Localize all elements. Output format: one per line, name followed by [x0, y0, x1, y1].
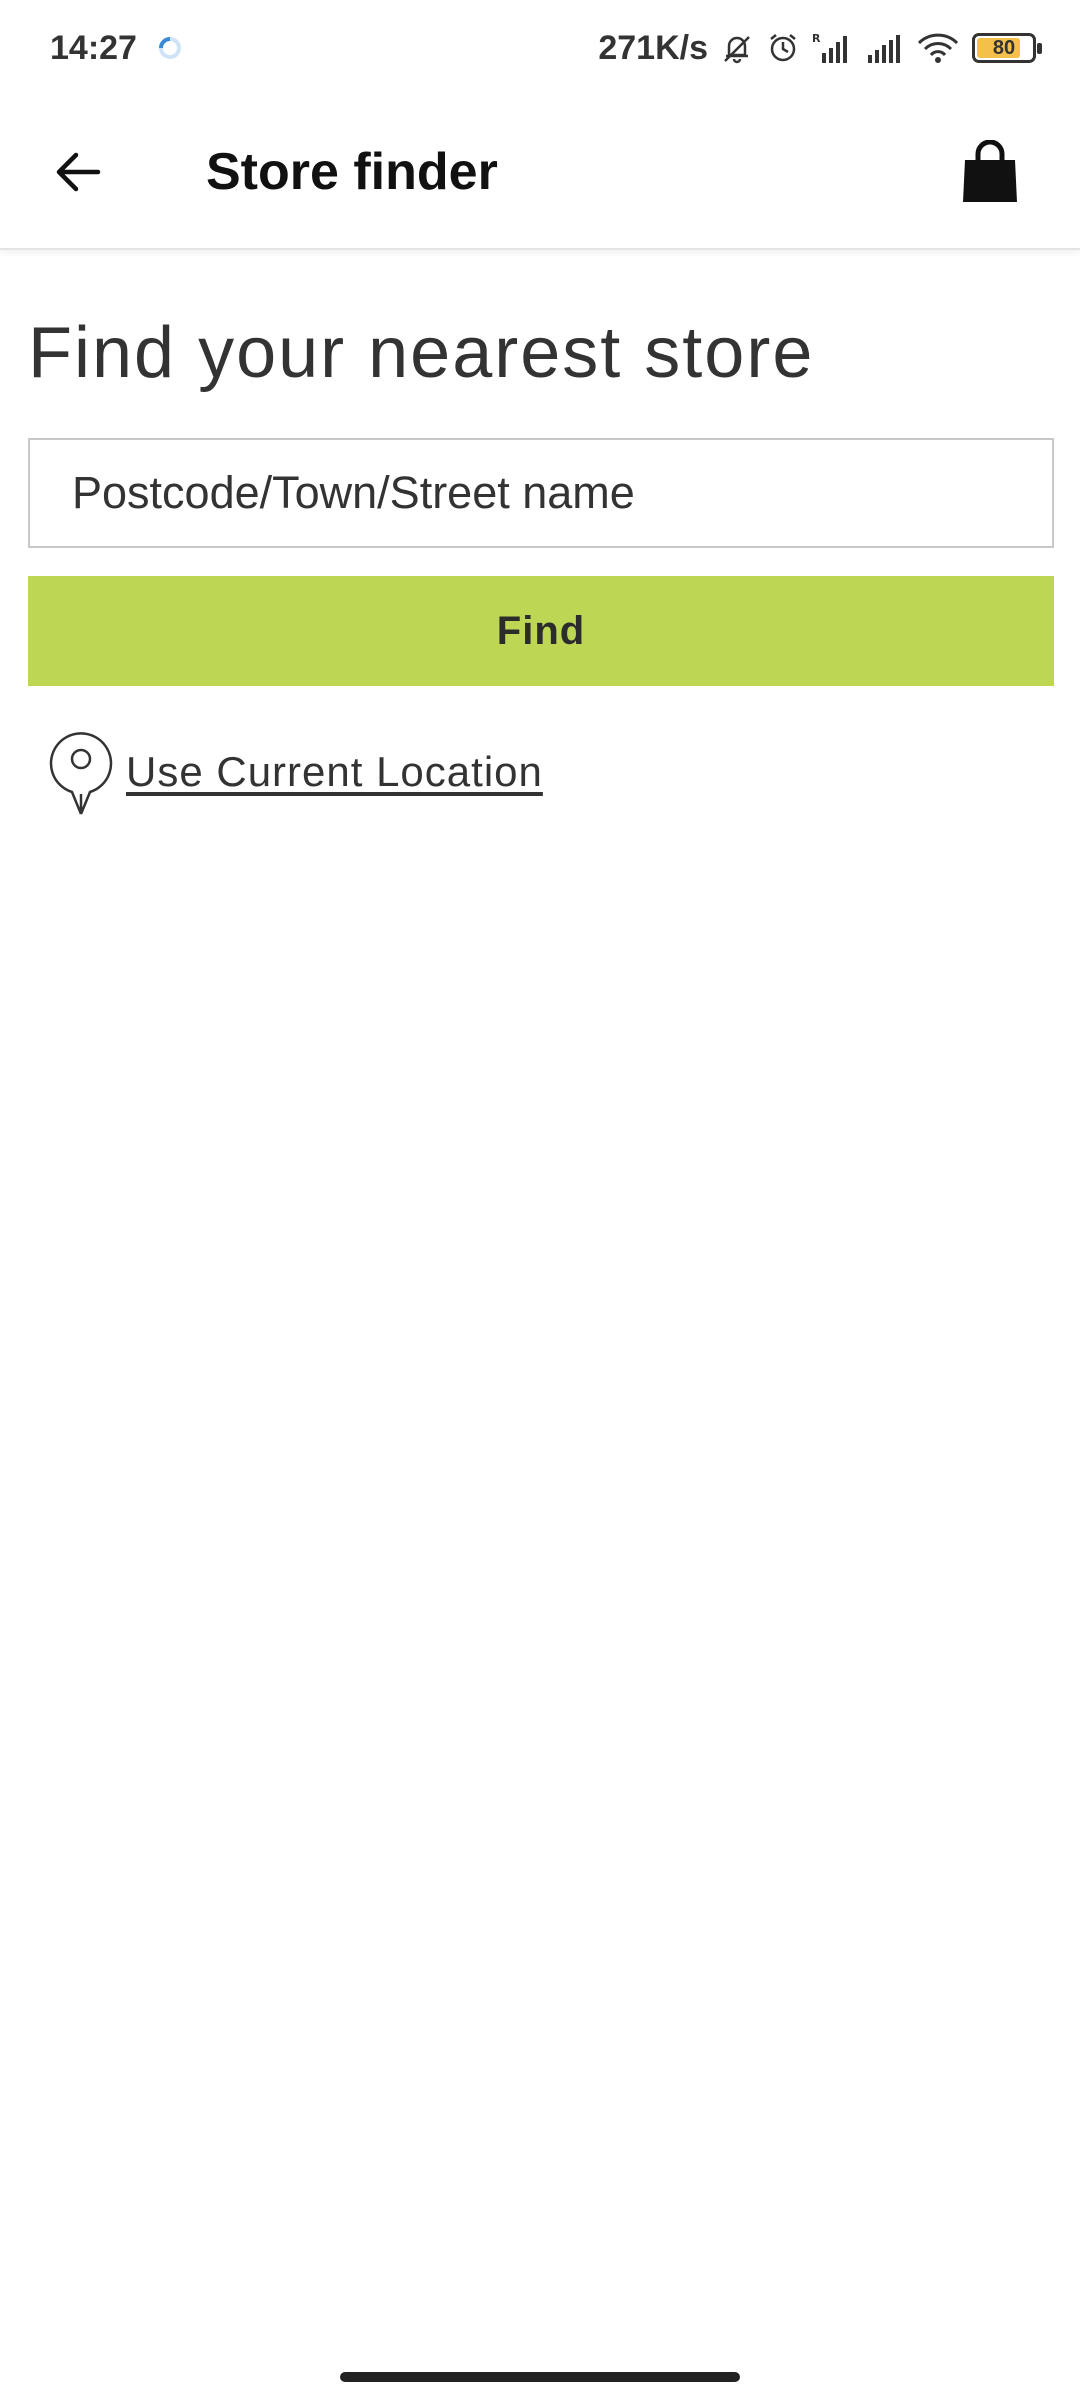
app-bar: Store finder — [0, 96, 1080, 250]
signal-icon — [864, 31, 904, 65]
battery-level: 80 — [992, 36, 1016, 59]
signal-r-icon: R — [812, 31, 852, 65]
find-button[interactable]: Find — [28, 576, 1054, 686]
home-indicator[interactable] — [340, 2372, 740, 2382]
map-pin-icon — [49, 732, 113, 815]
status-bar: 14:27 271K/s R 80 — [0, 0, 1080, 96]
svg-text:R: R — [812, 32, 821, 45]
page-title: Store finder — [206, 143, 498, 201]
use-current-location-link[interactable]: Use Current Location — [126, 748, 543, 796]
use-current-location[interactable]: Use Current Location — [48, 726, 1054, 818]
status-bar-left: 14:27 — [50, 29, 183, 68]
page-heading: Find your nearest store — [28, 313, 815, 393]
net-speed: 271K/s — [598, 28, 708, 67]
status-bar-right: 271K/s R 80 — [598, 28, 1042, 68]
shopping-bag-icon — [963, 140, 1017, 202]
alarm-icon — [766, 31, 800, 65]
mute-bell-icon — [720, 31, 754, 65]
wifi-icon — [916, 31, 960, 65]
location-search-input[interactable] — [28, 438, 1054, 548]
clock: 14:27 — [50, 28, 137, 67]
shopping-bag-button[interactable] — [946, 128, 1034, 216]
loading-icon — [157, 35, 183, 61]
back-button[interactable] — [34, 128, 122, 216]
main-content: Find your nearest store Find Use Current… — [28, 250, 1054, 818]
arrow-left-icon — [56, 152, 101, 192]
battery-icon: 80 — [972, 33, 1042, 63]
